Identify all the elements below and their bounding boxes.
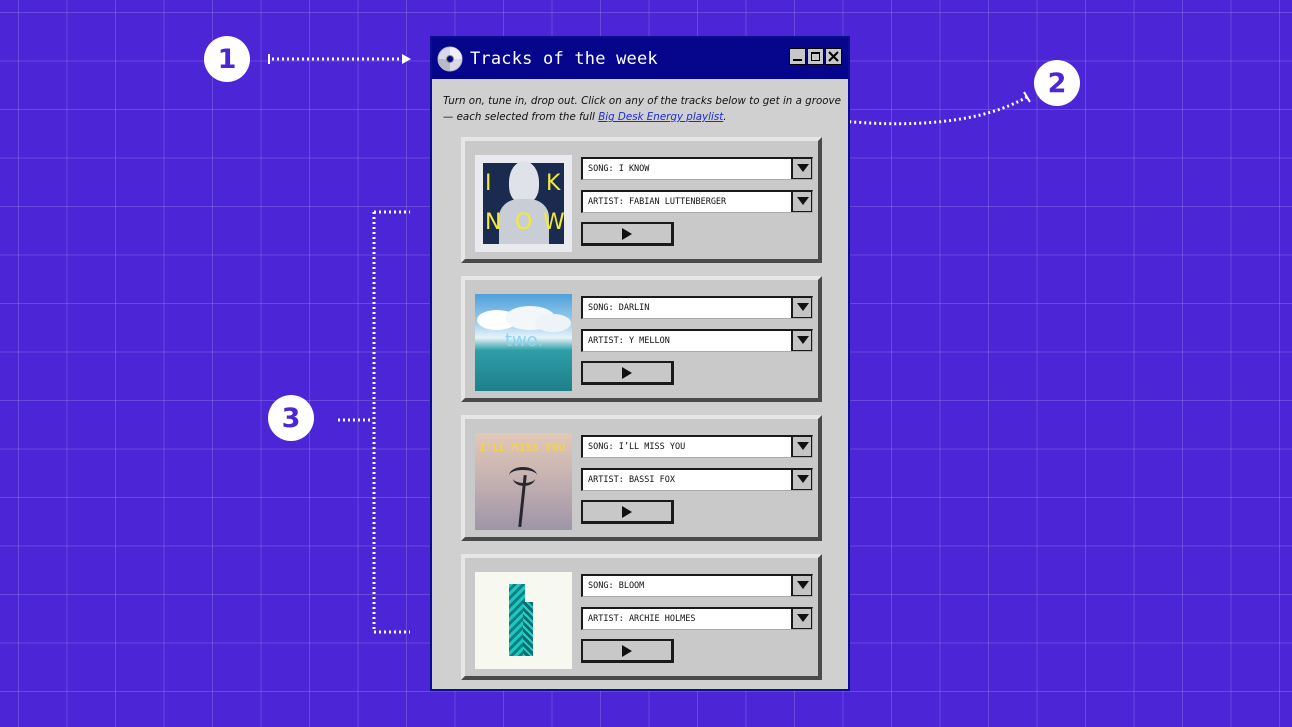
artist-select[interactable]: ARTIST: BASSI FOX: [581, 468, 813, 491]
intro-tail: .: [723, 111, 727, 123]
artist-select[interactable]: ARTIST: ARCHIE HOLMES: [581, 607, 813, 630]
song-select[interactable]: SONG: I’LL MISS YOU: [581, 435, 813, 458]
chevron-down-icon[interactable]: [791, 470, 812, 490]
art-letter: O: [515, 210, 533, 235]
chevron-down-icon[interactable]: [791, 437, 812, 457]
play-button[interactable]: [581, 222, 674, 246]
intro-text: Turn on, tune in, drop out. Click on any…: [443, 93, 843, 125]
art-letter: W: [543, 210, 565, 235]
chevron-down-icon[interactable]: [791, 192, 812, 212]
artist-select[interactable]: ARTIST: FABIAN LUTTENBERGER: [581, 190, 813, 213]
track-card: SONG: BLOOM ARTIST: ARCHIE HOLMES: [461, 554, 822, 680]
tracks-window: Tracks of the week Turn on, tune in, dro…: [430, 36, 850, 691]
play-button[interactable]: [581, 361, 674, 385]
album-art[interactable]: two.: [475, 294, 572, 391]
maximize-button[interactable]: [807, 48, 824, 65]
close-button[interactable]: [825, 48, 842, 65]
artist-label: ARTIST: Y MELLON: [588, 336, 670, 346]
song-label: SONG: I’LL MISS YOU: [588, 442, 686, 452]
connector-2: [821, 95, 1028, 126]
marker-2: 2: [1034, 60, 1080, 106]
cd-icon: [437, 46, 463, 71]
chevron-down-icon[interactable]: [791, 331, 812, 351]
song-label: SONG: I KNOW: [588, 164, 650, 174]
art-letter: K: [546, 171, 561, 196]
chevron-down-icon[interactable]: [791, 609, 812, 629]
track-card: I'LL MISS YOU SONG: I’LL MISS YOU ARTIST…: [461, 415, 822, 541]
marker-3: 3: [268, 395, 314, 441]
marker-1: 1: [204, 36, 250, 82]
song-select[interactable]: SONG: I KNOW: [581, 157, 813, 180]
song-label: SONG: BLOOM: [588, 581, 645, 591]
playlist-link[interactable]: Big Desk Energy playlist: [598, 111, 723, 123]
play-button[interactable]: [581, 639, 674, 663]
album-art[interactable]: [475, 572, 572, 669]
artist-label: ARTIST: FABIAN LUTTENBERGER: [588, 197, 727, 207]
window-title: Tracks of the week: [470, 48, 658, 69]
minimize-icon: [793, 59, 802, 61]
album-art[interactable]: I K N O W: [475, 155, 572, 252]
play-button[interactable]: [581, 500, 674, 524]
track-card: I K N O W SONG: I KNOW ARTIST: FABIAN LU…: [461, 137, 822, 263]
art-letter: N: [485, 210, 502, 235]
album-art[interactable]: I'LL MISS YOU: [475, 433, 572, 530]
art-title: I'LL MISS YOU: [479, 441, 566, 454]
art-letter: I: [485, 171, 492, 196]
song-label: SONG: DARLIN: [588, 303, 650, 313]
chevron-down-icon[interactable]: [791, 159, 812, 179]
close-icon: [828, 51, 839, 62]
arrowhead-1: [402, 54, 411, 64]
title-bar[interactable]: Tracks of the week: [432, 38, 848, 79]
art-title: two.: [505, 330, 544, 351]
artist-label: ARTIST: ARCHIE HOLMES: [588, 614, 696, 624]
minimize-button[interactable]: [789, 48, 806, 65]
chevron-down-icon[interactable]: [791, 298, 812, 318]
song-select[interactable]: SONG: DARLIN: [581, 296, 813, 319]
artist-label: ARTIST: BASSI FOX: [588, 475, 675, 485]
artist-select[interactable]: ARTIST: Y MELLON: [581, 329, 813, 352]
maximize-icon: [811, 52, 820, 61]
song-select[interactable]: SONG: BLOOM: [581, 574, 813, 597]
track-card: two. SONG: DARLIN ARTIST: Y MELLON: [461, 276, 822, 402]
chevron-down-icon[interactable]: [791, 576, 812, 596]
